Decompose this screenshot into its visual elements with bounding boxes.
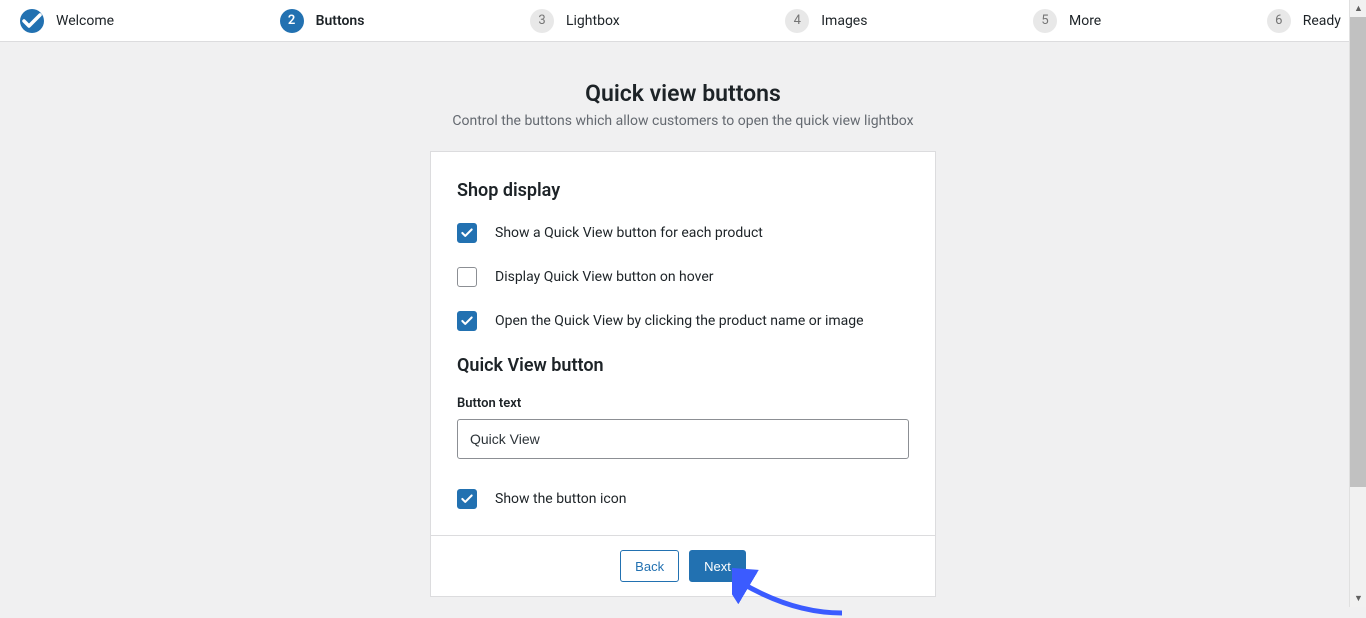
checkbox-label: Display Quick View button on hover: [495, 269, 714, 285]
checkbox-show-icon[interactable]: [457, 489, 477, 509]
checkbox-show-button[interactable]: [457, 223, 477, 243]
vertical-scrollbar[interactable]: ▲ ▼: [1349, 0, 1366, 607]
step-number: 2: [280, 9, 304, 33]
button-text-input[interactable]: [457, 419, 909, 459]
next-button[interactable]: Next: [689, 550, 746, 582]
step-label: Images: [821, 13, 867, 29]
checkbox-label: Open the Quick View by clicking the prod…: [495, 313, 864, 329]
section-heading-shop-display: Shop display: [457, 180, 909, 201]
step-welcome[interactable]: Welcome: [20, 9, 114, 33]
step-lightbox[interactable]: 3 Lightbox: [530, 9, 620, 33]
option-open-on-click-row: Open the Quick View by clicking the prod…: [457, 311, 909, 331]
section-heading-quickview-button: Quick View button: [457, 355, 909, 376]
step-label: More: [1069, 13, 1101, 29]
step-buttons[interactable]: 2 Buttons: [280, 9, 365, 33]
page-title: Quick view buttons: [0, 80, 1366, 107]
step-number: 4: [785, 9, 809, 33]
step-number: 5: [1033, 9, 1057, 33]
step-number: 6: [1267, 9, 1291, 33]
step-number: 3: [530, 9, 554, 33]
step-label: Lightbox: [566, 13, 620, 29]
wizard-stepper: Welcome 2 Buttons 3 Lightbox 4 Images 5 …: [0, 0, 1366, 42]
checkbox-label: Show a Quick View button for each produc…: [495, 225, 763, 241]
page-subtitle: Control the buttons which allow customer…: [0, 113, 1366, 129]
settings-card: Shop display Show a Quick View button fo…: [430, 151, 936, 597]
card-body: Shop display Show a Quick View button fo…: [431, 152, 935, 535]
step-label: Buttons: [316, 13, 365, 29]
check-icon: [20, 9, 44, 33]
checkbox-on-hover[interactable]: [457, 267, 477, 287]
back-button[interactable]: Back: [620, 550, 679, 582]
scroll-up-icon[interactable]: ▲: [1350, 0, 1366, 17]
card-footer: Back Next: [431, 535, 935, 596]
option-show-button-row: Show a Quick View button for each produc…: [457, 223, 909, 243]
step-label: Welcome: [56, 13, 114, 29]
option-on-hover-row: Display Quick View button on hover: [457, 267, 909, 287]
option-show-icon-row: Show the button icon: [457, 489, 909, 509]
scroll-down-icon[interactable]: ▼: [1350, 590, 1366, 607]
checkbox-open-on-click[interactable]: [457, 311, 477, 331]
scroll-thumb[interactable]: [1350, 17, 1366, 487]
step-images[interactable]: 4 Images: [785, 9, 867, 33]
button-text-label: Button text: [457, 396, 909, 411]
step-label: Ready: [1303, 13, 1341, 29]
wizard-page: Quick view buttons Control the buttons w…: [0, 42, 1366, 597]
step-more[interactable]: 5 More: [1033, 9, 1101, 33]
step-ready[interactable]: 6 Ready: [1267, 9, 1341, 33]
checkbox-label: Show the button icon: [495, 491, 626, 507]
